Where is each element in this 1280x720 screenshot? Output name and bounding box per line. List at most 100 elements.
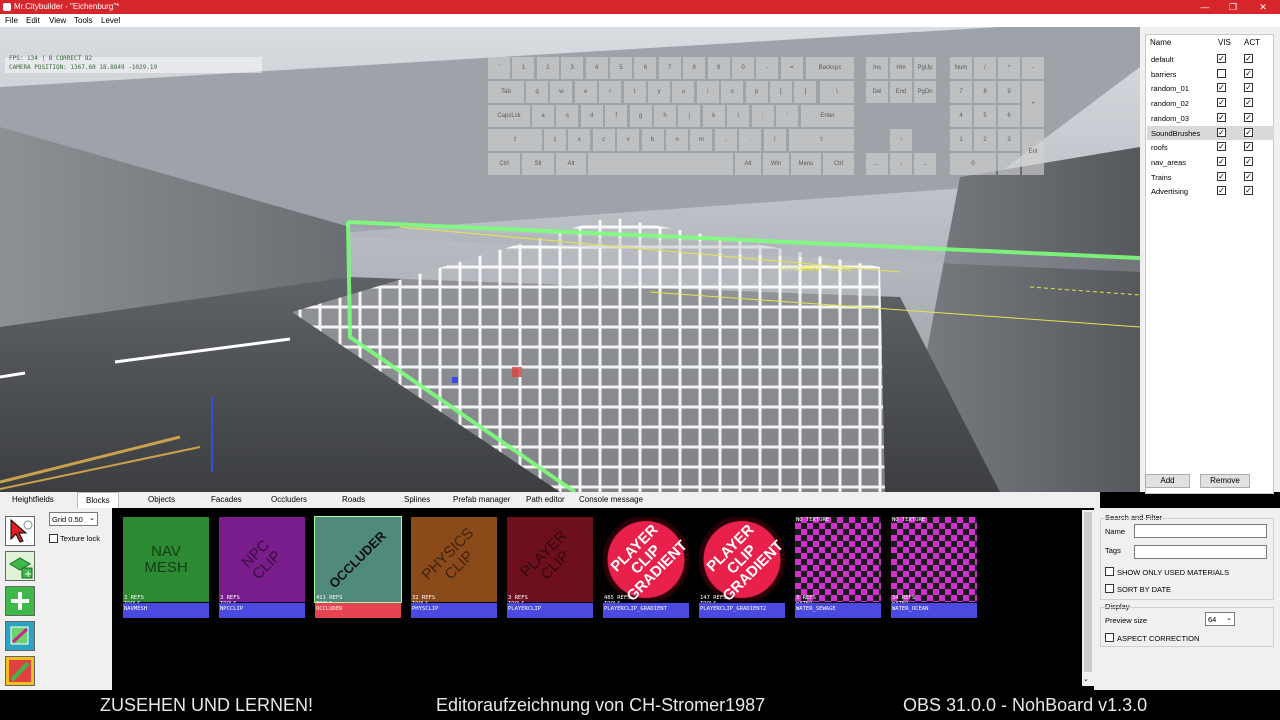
material-grid[interactable]: NAV MESH3 REFSTOOLSNAVMESHNPC CLIP3 REFS… (112, 510, 1082, 686)
layer-row[interactable]: random_02 ✓ ✓ (1147, 96, 1274, 110)
layer-vis-checkbox[interactable]: ✓ (1217, 112, 1226, 122)
material-name: OCCLUDER (315, 603, 401, 618)
aspect-correction-checkbox[interactable] (1105, 633, 1114, 642)
menu-file[interactable]: File (5, 16, 18, 25)
sort-date-checkbox[interactable] (1105, 584, 1114, 593)
layer-vis-checkbox[interactable] (1217, 68, 1226, 78)
material-tile[interactable]: NPC CLIP3 REFSTOOLSNPCCLIP (219, 517, 305, 618)
grid-select[interactable]: Grid 0.50 ⌄ (49, 512, 98, 526)
layer-row[interactable]: SoundBrushes ✓ ✓ (1147, 125, 1274, 140)
material-tile[interactable]: OCCLUDER411 REFSTOOLSOCCLUDER (314, 516, 402, 618)
layer-vis-checkbox[interactable]: ✓ (1217, 127, 1226, 137)
tags-filter-input[interactable] (1134, 545, 1267, 559)
edit-brush-tool[interactable] (5, 621, 35, 651)
keyboard-key: y (648, 81, 670, 103)
menu-tools[interactable]: Tools (74, 16, 93, 25)
layer-act-checkbox[interactable]: ✓ (1244, 171, 1253, 181)
new-brush-tool[interactable] (5, 586, 35, 616)
name-filter-input[interactable] (1134, 524, 1267, 538)
keyboard-key: Ent (1022, 129, 1044, 175)
layer-act-checkbox[interactable]: ✓ (1244, 112, 1253, 122)
keyboard-key: 1 (950, 129, 972, 151)
close-button[interactable]: ✕ (1248, 1, 1278, 13)
keyboard-key: . (739, 129, 762, 151)
tab-blocks[interactable]: Blocks (77, 492, 119, 508)
keyboard-key: i (696, 81, 719, 103)
layer-act-checkbox[interactable]: ✓ (1244, 83, 1253, 93)
layer-vis-checkbox[interactable]: ✓ (1217, 171, 1226, 181)
add-block-tool[interactable]: + (5, 551, 35, 581)
keyboard-key: k (702, 105, 725, 127)
preview-size-select[interactable]: 64 ⌄ (1205, 612, 1235, 626)
layer-row[interactable]: Trains ✓ ✓ (1147, 170, 1274, 184)
menu-view[interactable]: View (49, 16, 66, 25)
layer-act-checkbox[interactable]: ✓ (1244, 54, 1253, 63)
material-tile[interactable]: PLAYER CLIP3 REFSTOOLSPLAYERCLIP (507, 517, 593, 618)
material-tile[interactable]: PLAYER CLIP GRADIENT147 REFSTOOLSPLAYERC… (699, 517, 785, 618)
material-name: PHYSCLIP (411, 603, 497, 618)
editor-tabs: Heightfields Blocks Objects Facades Occl… (0, 492, 1100, 508)
layer-act-checkbox[interactable]: ✓ (1244, 186, 1253, 196)
tab-splines[interactable]: Splines (404, 495, 430, 504)
remove-layer-button[interactable]: Remove (1200, 474, 1250, 488)
material-thumbnail: NPC CLIP (219, 517, 305, 602)
layer-vis-checkbox[interactable]: ✓ (1217, 98, 1226, 108)
keyboard-key: 3 (561, 57, 584, 79)
layer-row[interactable]: barriers ✓ (1147, 67, 1274, 81)
layer-vis-checkbox[interactable]: ✓ (1217, 156, 1226, 166)
show-used-checkbox[interactable] (1105, 567, 1114, 576)
layer-vis-checkbox[interactable]: ✓ (1217, 142, 1226, 152)
draw-tool[interactable] (5, 656, 35, 686)
block-tools: + Grid 0.50 ⌄ Texture lock (0, 508, 112, 690)
material-tile[interactable]: PLAYER CLIP GRADIENT485 REFSTOOLSPLAYERC… (603, 517, 689, 618)
layer-name: random_03 (1151, 113, 1189, 123)
layer-act-checkbox[interactable]: ✓ (1244, 98, 1253, 108)
tab-occluders[interactable]: Occluders (271, 495, 307, 504)
material-thumbnail (891, 517, 977, 602)
material-face-label: NAV MESH (144, 542, 188, 576)
tab-prefab-manager[interactable]: Prefab manager (453, 495, 510, 504)
material-face-label: PHYSICS CLIP (418, 524, 478, 583)
menu-level[interactable]: Level (101, 16, 120, 25)
overlay-right-text: OBS 31.0.0 - NohBoard v1.3.0 (903, 695, 1148, 715)
tab-console-message[interactable]: Console message (579, 495, 643, 504)
layer-row[interactable]: nav_areas ✓ ✓ (1147, 155, 1274, 169)
keyboard-key: Tab (488, 81, 524, 103)
texture-lock-checkbox[interactable] (49, 534, 58, 543)
layer-row[interactable]: roofs ✓ ✓ (1147, 140, 1274, 154)
tab-heightfields[interactable]: Heightfields (12, 495, 54, 504)
layer-row[interactable]: random_01 ✓ ✓ (1147, 81, 1274, 95)
layer-row[interactable]: default ✓ ✓ (1147, 52, 1274, 66)
keyboard-key: 2 (974, 129, 996, 151)
layer-act-checkbox[interactable]: ✓ (1244, 68, 1253, 78)
tab-objects[interactable]: Objects (148, 495, 175, 504)
keyboard-key: b (641, 129, 664, 151)
layer-act-checkbox[interactable]: ✓ (1244, 142, 1253, 152)
select-cursor-tool[interactable] (5, 516, 35, 546)
layer-act-checkbox[interactable]: ✓ (1244, 156, 1253, 166)
menu-edit[interactable]: Edit (26, 16, 40, 25)
layer-vis-checkbox[interactable]: ✓ (1217, 83, 1226, 93)
maximize-button[interactable]: ❐ (1218, 1, 1248, 13)
material-tile[interactable]: PHYSICS CLIP32 REFSTOOLSPHYSCLIP (411, 517, 497, 618)
minimize-button[interactable]: — (1190, 1, 1220, 13)
scroll-down-icon[interactable]: ⌄ (1083, 675, 1089, 683)
material-tile[interactable]: NAV MESH3 REFSTOOLSNAVMESH (123, 517, 209, 618)
material-name: NPCCLIP (219, 603, 305, 618)
layer-act-checkbox[interactable]: ✓ (1244, 127, 1253, 137)
add-layer-button[interactable]: Add (1145, 474, 1190, 488)
material-thumbnail: PLAYER CLIP GRADIENT (603, 517, 689, 602)
layer-row[interactable]: random_03 ✓ ✓ (1147, 111, 1274, 125)
layer-row[interactable]: Advertising ✓ ✓ (1147, 184, 1274, 198)
layer-vis-checkbox[interactable]: ✓ (1217, 54, 1226, 63)
material-tile[interactable]: NO TEXTURE3 REFSWATERWATER_SEWAGE (795, 517, 881, 618)
tab-path-editor[interactable]: Path editor (526, 495, 565, 504)
material-scrollbar[interactable]: ⌄ (1082, 510, 1094, 686)
tab-facades[interactable]: Facades (211, 495, 242, 504)
layer-vis-checkbox[interactable]: ✓ (1217, 186, 1226, 196)
3d-viewport[interactable]: FPS: 134 | 8 CORRECT 82 CAMERA POSITION:… (0, 27, 1140, 492)
material-tile[interactable]: NO TEXTURE34 REFSWATERWATER_OCEAN (891, 517, 977, 618)
tab-roads[interactable]: Roads (342, 495, 365, 504)
layer-name: Advertising (1151, 187, 1189, 197)
material-thumbnail: PLAYER CLIP (507, 517, 593, 602)
